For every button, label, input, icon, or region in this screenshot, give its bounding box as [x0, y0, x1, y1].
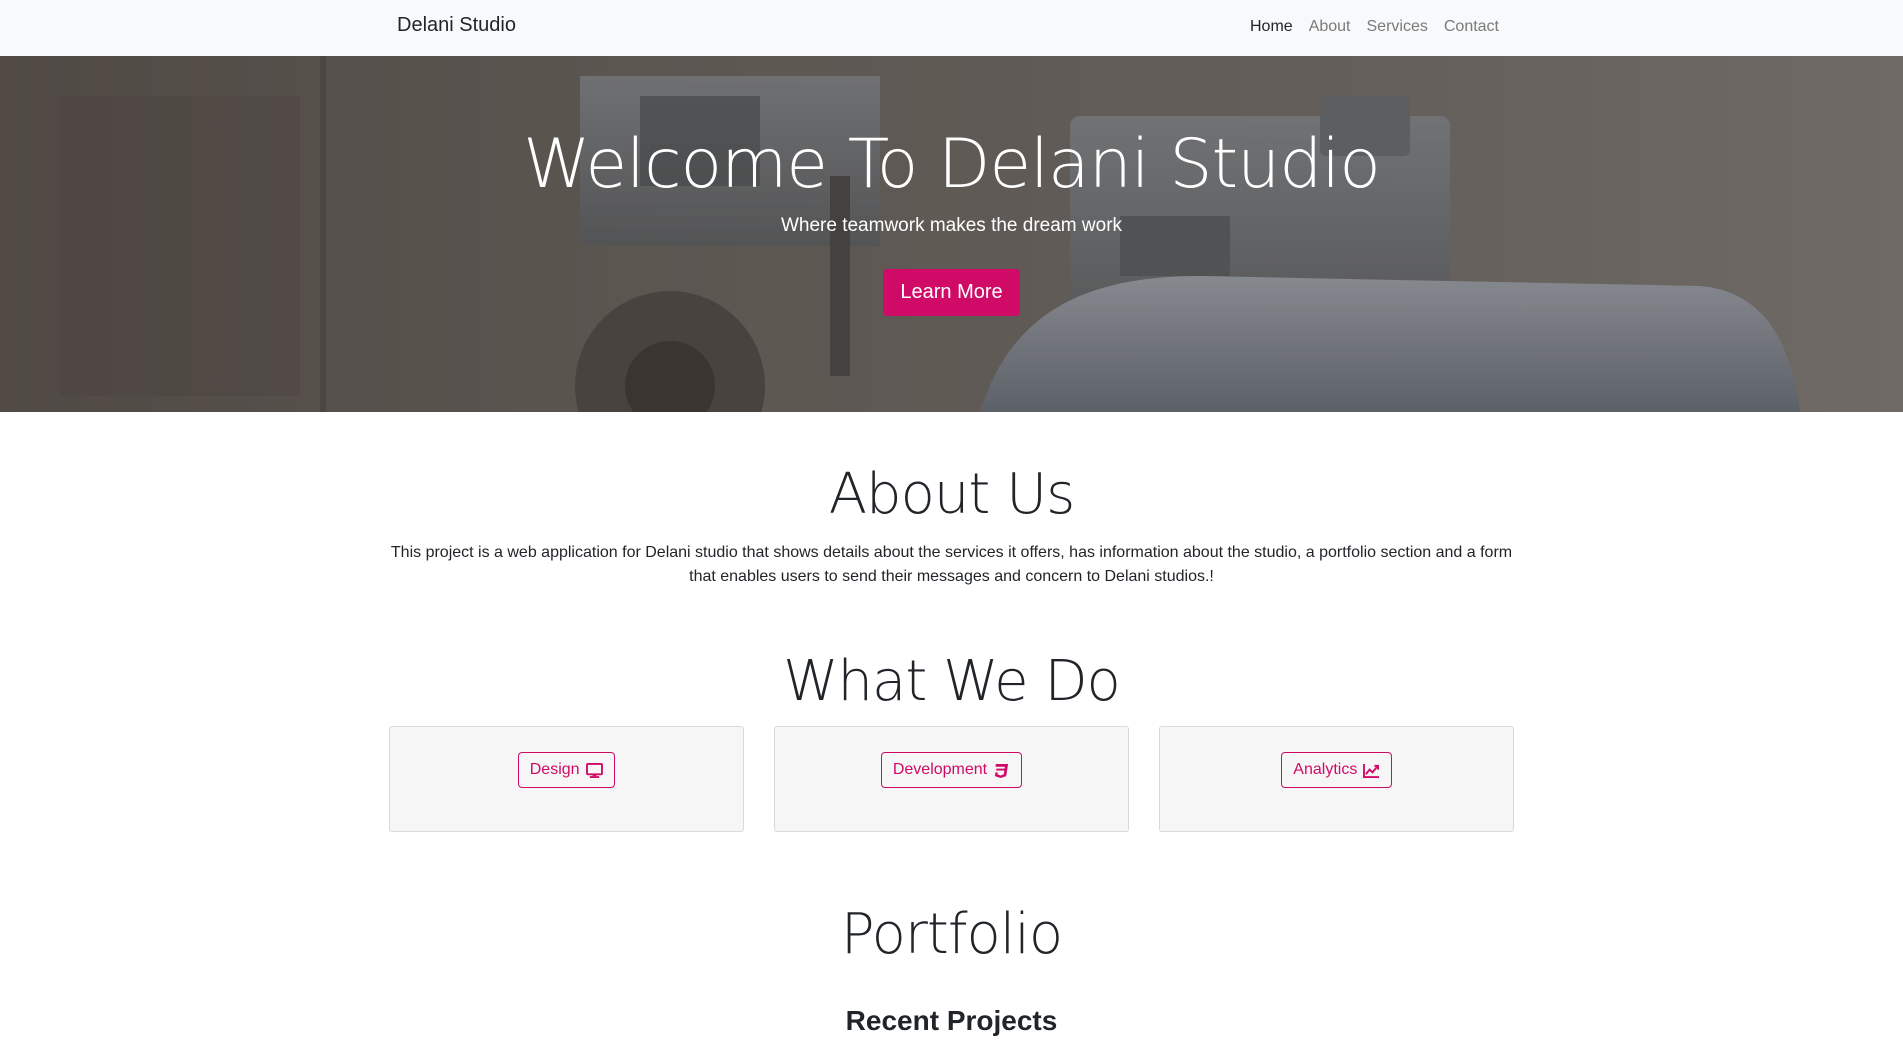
learn-more-button[interactable]: Learn More: [883, 268, 1020, 316]
portfolio-title: Portfolio: [840, 902, 1063, 967]
hero-banner: Welcome To Delani Studio Where teamwork …: [0, 56, 1903, 412]
design-button[interactable]: Design: [517, 752, 615, 788]
analytics-button[interactable]: Analytics: [1281, 752, 1393, 788]
portfolio-section: Portfolio Recent Projects: [0, 832, 1903, 1037]
css3-icon: [995, 763, 1009, 778]
services-section: What We Do Design Development Analytics: [0, 589, 1903, 832]
chart-line-icon: [1363, 763, 1380, 778]
development-button-label: Development: [892, 761, 988, 778]
about-title: About Us: [828, 462, 1076, 527]
hero-title: Welcome To Delani Studio: [523, 125, 1381, 204]
about-section: About Us This project is a web applicati…: [0, 412, 1903, 589]
service-card-design: Design: [388, 726, 744, 832]
analytics-button-label: Analytics: [1293, 761, 1358, 778]
hero-subtitle: Where teamwork makes the dream work: [780, 214, 1123, 236]
service-card-analytics: Analytics: [1159, 726, 1515, 832]
service-card-development: Development: [773, 726, 1130, 832]
nav-links: Home About Services Contact: [1250, 18, 1499, 36]
about-text: This project is a web application for De…: [390, 544, 1513, 585]
navbar: Delani Studio Home About Services Contac…: [0, 0, 1903, 56]
recent-projects-heading: Recent Projects: [845, 1005, 1058, 1036]
services-title: What We Do: [783, 649, 1121, 714]
nav-link-about[interactable]: About: [1309, 18, 1351, 36]
nav-link-services[interactable]: Services: [1367, 18, 1428, 36]
service-cards: Design Development Analytics: [382, 726, 1522, 832]
hero-content: Welcome To Delani Studio Where teamwork …: [0, 56, 1903, 316]
development-button[interactable]: Development: [880, 752, 1023, 788]
nav-link-contact[interactable]: Contact: [1444, 18, 1499, 36]
brand-link[interactable]: Delani Studio: [397, 14, 516, 37]
nav-link-home[interactable]: Home: [1250, 18, 1293, 36]
design-button-label: Design: [529, 761, 580, 778]
desktop-icon: [585, 762, 603, 778]
